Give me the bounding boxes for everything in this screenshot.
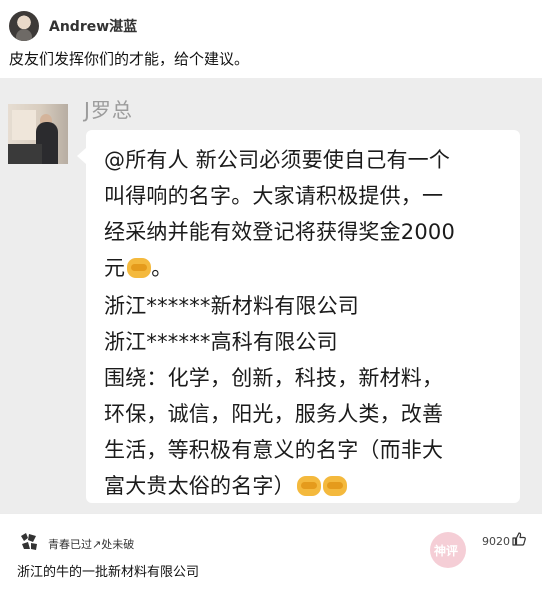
message-line: 环保，诚信，阳光，服务人类，改善 [104,402,444,426]
commenter-name[interactable]: 青春已过↗处未破 [48,536,134,552]
post-text: 皮友们发挥你们的才能，给个建议。 [9,50,250,68]
sender-avatar [8,104,68,164]
author-name[interactable]: Andrew湛蓝 [49,16,137,36]
message-line: 叫得响的名字。大家请积极提供，一 [104,184,444,208]
message-line-with-emoji: 富大贵太俗的名字） [104,470,347,500]
top-comment: 青春已过↗处未破 神评 9020 浙江的牛的一批新材料有限公司 [0,513,542,590]
thumbs-up-icon[interactable] [511,531,527,547]
commenter-avatar[interactable] [18,530,40,552]
like-count: 9020 [482,535,510,548]
message-bubble: @所有人 新公司必须要使自己有一个 叫得响的名字。大家请积极提供，一 经采纳并能… [77,130,520,503]
chat-screenshot[interactable]: J罗总 @所有人 新公司必须要使自己有一个 叫得响的名字。大家请积极提供，一 经… [0,78,542,513]
sender-name: J罗总 [84,98,133,122]
handshake-emoji-icon [127,258,152,278]
post-header: Andrew湛蓝 皮友们发挥你们的才能，给个建议。 [0,0,542,78]
message-line: 富大贵太俗的名字） [104,474,295,498]
handshake-emoji-icon [296,476,321,496]
message-line: 经采纳并能有效登记将获得奖金2000 [104,220,456,244]
message-line: 元 [104,256,126,280]
message-line: 围绕：化学，创新，科技，新材料， [104,366,444,390]
message-line: 浙江******高科有限公司 [104,330,338,354]
comment-text: 浙江的牛的一批新材料有限公司 [17,565,200,580]
message-line-with-emoji: 元。 [104,256,173,280]
message-line: @所有人 新公司必须要使自己有一个 [104,148,451,172]
author-avatar[interactable] [9,11,39,41]
message-line: 浙江******新材料有限公司 [104,294,359,318]
handshake-emoji-icon [322,476,347,496]
hot-comment-watermark: 神评 [430,532,466,568]
message-line: 生活，等积极有意义的名字（而非大 [104,438,444,462]
